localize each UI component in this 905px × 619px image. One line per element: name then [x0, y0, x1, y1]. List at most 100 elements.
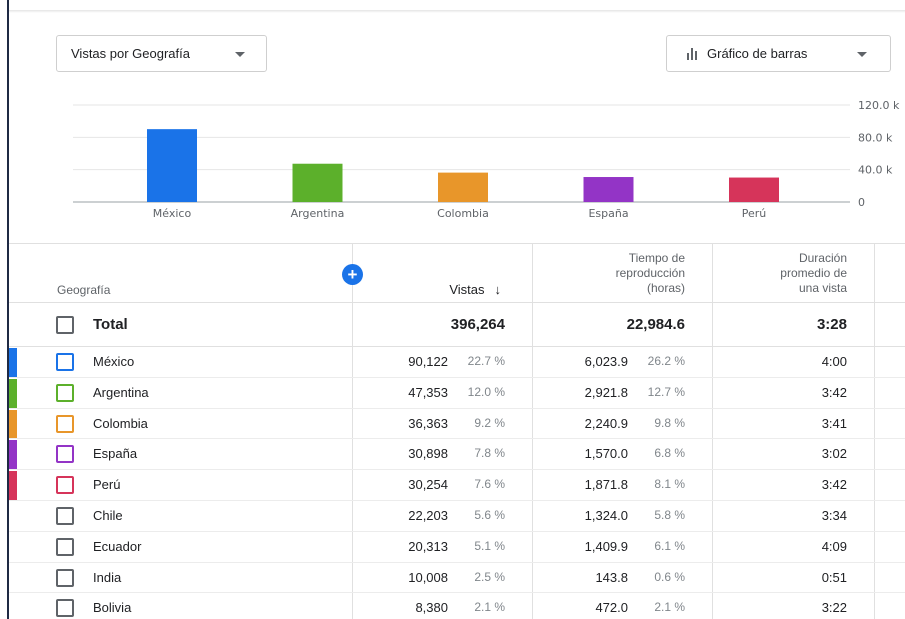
row-tiempo: 6,023.9 [584, 354, 628, 369]
row-duracion: 3:42 [821, 477, 847, 493]
row-tiempo-pct: 6.8 % [654, 446, 685, 461]
total-vistas: 396,264 [450, 316, 505, 333]
row-name: Chile [93, 508, 123, 523]
series-color-strip [9, 378, 17, 408]
series-color-strip [9, 440, 17, 470]
x-tick-label: Argentina [291, 207, 345, 220]
table-top-border [9, 243, 905, 244]
row-name: Perú [93, 477, 121, 493]
sort-arrow-icon: ↓ [494, 282, 502, 297]
row-vistas-pct: 7.6 % [474, 477, 505, 492]
series-color-strip [9, 471, 17, 500]
row-checkbox[interactable] [56, 414, 74, 433]
row-vistas: 90,122 [408, 354, 448, 369]
x-tick-label: Perú [742, 207, 767, 220]
table-row: Argentina 47,353 12.0 % 2,921.8 12.7 % 3:42 [9, 378, 905, 409]
header-tiempo-line: reproducción [615, 266, 685, 280]
row-tiempo-pct: 8.1 % [654, 477, 685, 492]
total-label: Total [93, 316, 128, 333]
header-tiempo-line: Tiempo de [628, 251, 685, 265]
add-column-button[interactable]: + [342, 264, 363, 285]
row-vistas: 20,313 [408, 538, 448, 554]
x-tick-label: México [153, 207, 192, 220]
row-tiempo-pct: 9.8 % [654, 415, 685, 430]
table-row: España 30,898 7.8 % 1,570.0 6.8 % 3:02 [9, 439, 905, 471]
header-tiempo[interactable]: Tiempo de reproducción (horas) [616, 251, 685, 296]
bar-perú[interactable] [729, 177, 779, 202]
row-vistas: 30,254 [408, 477, 448, 493]
row-vistas-pct: 2.1 % [474, 600, 505, 615]
x-tick-label: Colombia [437, 207, 489, 220]
row-vistas: 30,898 [408, 446, 448, 462]
bar-españa[interactable] [583, 177, 634, 202]
total-checkbox[interactable] [56, 316, 74, 334]
header-vistas[interactable]: Vistas ↓ [449, 282, 501, 297]
header-vistas-label: Vistas [449, 282, 485, 297]
row-duracion: 3:22 [821, 600, 847, 616]
row-name: Argentina [93, 384, 149, 400]
row-checkbox[interactable] [56, 599, 74, 618]
row-vistas: 22,203 [408, 508, 448, 523]
row-name: Colombia [93, 415, 148, 431]
bar-argentina[interactable] [292, 163, 343, 202]
row-tiempo: 1,570.0 [584, 446, 628, 462]
row-vistas-pct: 5.6 % [474, 508, 505, 522]
row-name: India [93, 569, 122, 585]
bar-colombia[interactable] [438, 172, 488, 202]
row-checkbox[interactable] [56, 353, 74, 371]
header-duracion[interactable]: Duración promedio de una vista [780, 251, 847, 296]
header-geografia[interactable]: Geografía [57, 283, 110, 297]
row-name: Ecuador [93, 538, 142, 554]
row-checkbox[interactable] [56, 476, 74, 495]
header-duracion-line: promedio de [780, 266, 847, 280]
row-tiempo: 1,324.0 [584, 508, 628, 523]
row-vistas: 36,363 [408, 415, 448, 431]
row-tiempo: 2,240.9 [584, 415, 628, 431]
table-row: Colombia 36,363 9.2 % 2,240.9 9.8 % 3:41 [9, 409, 905, 440]
header-tiempo-line: (horas) [646, 281, 685, 295]
table-row: Ecuador 20,313 5.1 % 1,409.9 6.1 % 4:09 [9, 532, 905, 563]
row-duracion: 4:00 [821, 354, 847, 369]
x-tick-label: España [588, 207, 628, 220]
y-tick-label: 120.0 k [858, 99, 900, 112]
y-tick-label: 0 [858, 196, 865, 209]
row-vistas-pct: 2.5 % [474, 569, 505, 584]
row-tiempo: 2,921.8 [584, 384, 628, 400]
table-row: Chile 22,203 5.6 % 1,324.0 5.8 % 3:34 [9, 501, 905, 532]
row-tiempo-pct: 6.1 % [654, 538, 685, 553]
bar-chart: 0 40.0 k 80.0 k 120.0 k México Argentina Colom… [73, 99, 900, 220]
table-row: Bolivia 8,380 2.1 % 472.0 2.1 % 3:22 [9, 593, 905, 619]
row-vistas: 47,353 [408, 384, 448, 400]
row-checkbox[interactable] [56, 383, 74, 402]
total-tiempo: 22,984.6 [626, 316, 685, 333]
row-tiempo-pct: 26.2 % [647, 354, 685, 368]
row-duracion: 4:09 [821, 538, 847, 554]
row-checkbox[interactable] [56, 445, 74, 464]
header-duracion-line: Duración [798, 251, 847, 265]
row-tiempo: 1,871.8 [584, 477, 628, 493]
row-tiempo-pct: 2.1 % [654, 600, 685, 615]
row-name: España [93, 446, 138, 462]
row-checkbox[interactable] [56, 507, 74, 525]
row-tiempo: 472.0 [595, 600, 628, 616]
total-duracion: 3:28 [816, 316, 847, 333]
row-checkbox[interactable] [56, 537, 74, 556]
row-duracion: 3:41 [821, 415, 847, 431]
row-vistas-pct: 22.7 % [467, 354, 505, 368]
header-duracion-line: una vista [798, 281, 847, 295]
series-color-strip [9, 348, 17, 377]
row-tiempo: 143.8 [595, 569, 628, 585]
row-tiempo-pct: 5.8 % [654, 508, 685, 522]
row-vistas-pct: 9.2 % [474, 415, 505, 430]
y-tick-label: 80.0 k [858, 131, 893, 144]
row-duracion: 3:42 [821, 384, 847, 400]
series-color-strip [9, 409, 17, 439]
y-tick-label: 40.0 k [858, 164, 893, 177]
row-vistas: 8,380 [415, 600, 448, 616]
bar-méxico[interactable] [147, 129, 197, 202]
row-duracion: 3:02 [821, 446, 847, 462]
row-tiempo-pct: 0.6 % [654, 569, 685, 584]
row-vistas-pct: 7.8 % [474, 446, 505, 461]
row-tiempo-pct: 12.7 % [647, 384, 685, 399]
row-checkbox[interactable] [56, 568, 74, 587]
